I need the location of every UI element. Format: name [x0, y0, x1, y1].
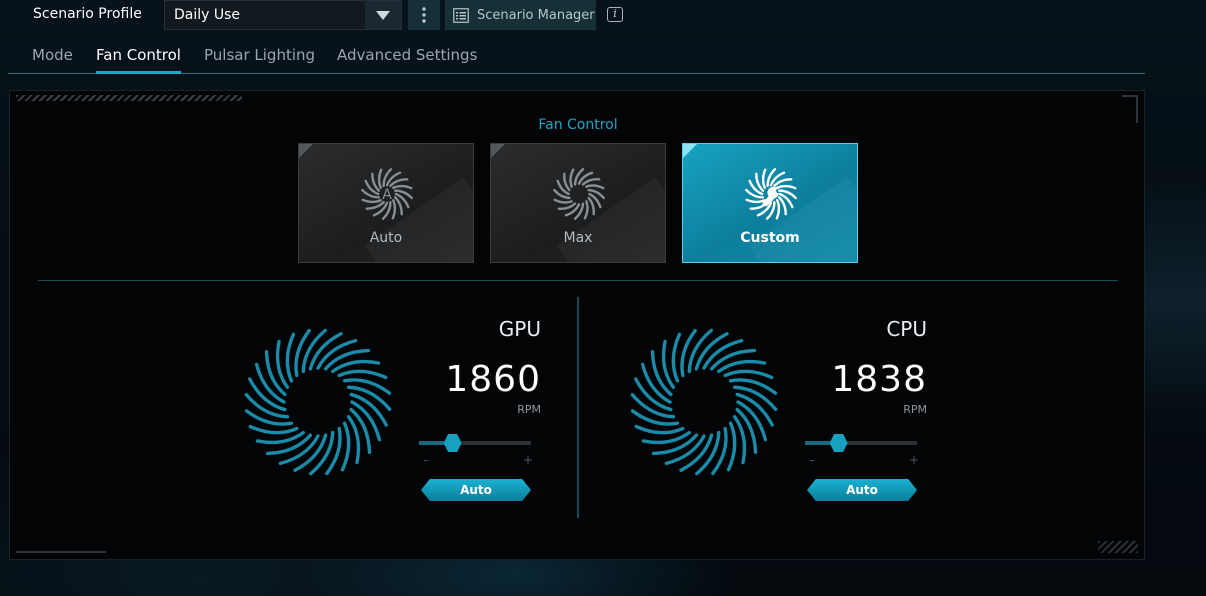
fan-blade	[745, 198, 766, 204]
fan-blade	[723, 369, 774, 380]
fan-blade	[553, 198, 573, 204]
fan-blade	[634, 424, 685, 435]
tab-fan-control[interactable]: Fan Control	[96, 46, 181, 74]
fan-blade	[371, 172, 381, 192]
fan-custom-icon	[745, 168, 797, 220]
fan-auto-icon: A	[361, 168, 413, 220]
fan-blade	[775, 199, 781, 220]
fan-blade	[248, 424, 299, 435]
scenario-profile-value: Daily Use	[174, 7, 241, 23]
fan-blade	[563, 172, 571, 192]
fan-blade	[285, 332, 296, 383]
list-icon	[453, 7, 469, 23]
cpu-fan-section: CPU 1838 RPM – + Auto	[629, 297, 1029, 518]
tab-advanced-settings[interactable]: Advanced Settings	[337, 46, 477, 64]
gpu-fan-speed-slider[interactable]	[419, 434, 531, 452]
fan-blade	[776, 184, 797, 190]
fan-blade	[755, 172, 765, 192]
decorative-corner	[16, 545, 106, 553]
fan-rpm-unit: RPM	[903, 403, 927, 416]
mode-card-label: Auto	[369, 230, 403, 246]
slider-minus-label: –	[423, 453, 429, 467]
fan-rpm-value: 1860	[445, 359, 541, 400]
fan-blade	[761, 168, 767, 189]
fan-blade	[585, 184, 605, 190]
scenario-manager-label: Scenario Manager	[477, 7, 595, 23]
slider-thumb[interactable]	[829, 434, 848, 452]
section-title: Fan Control	[538, 117, 618, 133]
mode-card-custom[interactable]: Custom	[682, 143, 858, 263]
cpu-fan-icon	[630, 328, 778, 476]
fan-blade	[393, 196, 403, 216]
cpu-auto-button[interactable]: Auto	[807, 479, 917, 501]
fan-blade	[392, 184, 413, 190]
decorative-hatch	[16, 95, 242, 101]
mode-card-max[interactable]: Max	[490, 143, 666, 263]
fan-blade	[726, 421, 737, 472]
mode-card-label: Custom	[740, 230, 800, 246]
slider-minus-label: –	[809, 453, 815, 467]
info-icon[interactable]: i	[607, 7, 623, 22]
fan-blade	[671, 332, 682, 383]
divider	[38, 280, 1118, 281]
dropdown-arrow-icon[interactable]	[365, 1, 401, 29]
fan-blade	[557, 202, 577, 210]
scenario-manager-button[interactable]: Scenario Manager	[445, 0, 596, 30]
fan-rpm-unit: RPM	[517, 403, 541, 416]
top-bar: Scenario Profile Daily Use Scenario Mana…	[0, 0, 1206, 30]
gpu-auto-button[interactable]: Auto	[421, 479, 531, 501]
fan-blade	[583, 200, 589, 220]
fan-blade	[587, 196, 595, 216]
fan-blade	[340, 421, 351, 472]
fan-label: GPU	[498, 317, 541, 341]
cpu-fan-speed-slider[interactable]	[805, 434, 917, 452]
fan-blade	[377, 168, 383, 189]
slider-plus-label: +	[522, 453, 533, 467]
scenario-profile-label: Scenario Profile	[33, 6, 142, 22]
fan-max-icon	[553, 168, 605, 220]
auto-letter-glyph: A	[382, 187, 392, 203]
app-window: Scenario Profile Daily Use Scenario Mana…	[0, 0, 1206, 596]
fan-blade	[391, 199, 397, 220]
fan-blade	[365, 200, 385, 210]
slider-plus-label: +	[908, 453, 919, 467]
fan-blade	[773, 178, 793, 188]
fan-blade	[569, 168, 575, 188]
decorative-corner	[1098, 541, 1138, 553]
fan-control-panel: Fan Control A Auto Max Custom GPU 1860 R…	[9, 90, 1145, 560]
kebab-menu-icon	[422, 7, 426, 23]
tab-mode[interactable]: Mode	[32, 46, 73, 64]
mode-card-label: Max	[563, 230, 593, 246]
more-options-button[interactable]	[408, 0, 440, 30]
main-tabs: Mode Fan Control Pulsar Lighting Advance…	[8, 40, 1145, 74]
fan-blade	[389, 178, 409, 188]
tab-pulsar-lighting[interactable]: Pulsar Lighting	[204, 46, 315, 64]
gpu-fan-icon	[244, 328, 392, 476]
fan-blade	[337, 369, 388, 380]
scenario-profile-dropdown[interactable]: Daily Use	[164, 0, 402, 30]
fan-rpm-value: 1838	[831, 359, 927, 400]
fan-label: CPU	[886, 317, 927, 341]
fan-blade	[777, 196, 787, 216]
fan-blade	[361, 198, 382, 204]
gpu-fan-section: GPU 1860 RPM – + Auto	[243, 297, 643, 518]
mode-card-auto[interactable]: A Auto	[298, 143, 474, 263]
fan-blade	[581, 178, 601, 186]
slider-thumb[interactable]	[443, 434, 462, 452]
